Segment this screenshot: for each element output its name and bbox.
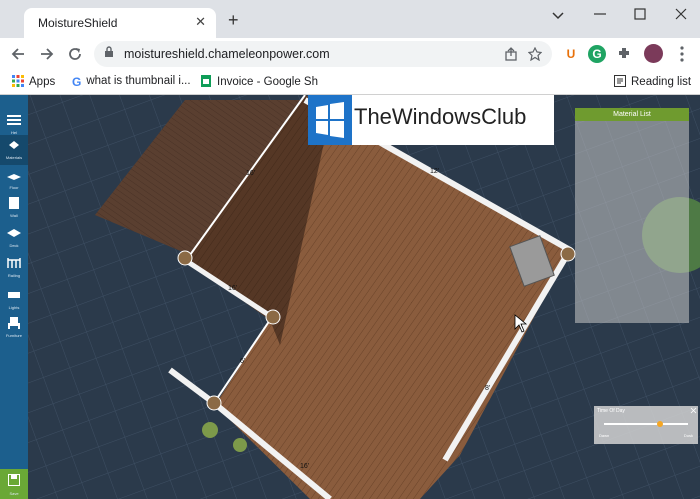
corner-handle[interactable]	[265, 309, 281, 325]
dusk-label: Dusk	[683, 433, 693, 438]
more-menu-icon[interactable]	[680, 46, 684, 62]
corner-handle[interactable]	[206, 395, 222, 411]
new-tab-button[interactable]: +	[228, 10, 239, 31]
bookmark-thumbnail[interactable]: Gwhat is thumbnail i...	[72, 75, 191, 89]
reading-list-label: Reading list	[631, 76, 692, 88]
windows-logo-icon	[308, 95, 352, 145]
apps-grid-icon	[12, 75, 24, 87]
bookmark-label: Apps	[29, 76, 56, 88]
reading-list-icon	[614, 75, 626, 87]
bookmark-star-icon[interactable]	[528, 47, 542, 61]
sidebar-item-wall[interactable]: Wall	[0, 193, 28, 223]
railing-icon	[7, 258, 21, 268]
minimize-icon[interactable]	[594, 12, 606, 16]
deck-icon	[7, 229, 21, 237]
material-list-title: Material List	[575, 108, 689, 121]
time-slider-track[interactable]	[604, 423, 688, 425]
furniture-icon	[8, 317, 20, 329]
lights-icon	[8, 292, 20, 298]
browser-toolbar: moistureshield.chameleonpower.com U G	[0, 38, 700, 70]
reload-icon[interactable]	[67, 46, 83, 62]
back-icon[interactable]	[10, 46, 26, 62]
corner-handle[interactable]	[177, 250, 193, 266]
url-text[interactable]: moistureshield.chameleonpower.com	[124, 47, 330, 61]
lock-icon[interactable]	[104, 46, 114, 58]
shrub	[202, 422, 218, 438]
bookmarks-bar: Apps Gwhat is thumbnail i... Invoice - G…	[0, 70, 700, 95]
menu-icon	[7, 115, 21, 125]
sidebar-label: Wall	[10, 213, 18, 218]
watermark-text: TheWindowsClub	[354, 104, 527, 129]
sidebar-label: Railing	[7, 273, 21, 278]
sidebar-label: Materials	[5, 155, 23, 160]
deck-measurement: 8'	[485, 385, 490, 392]
tab-title: MoistureShield	[38, 16, 118, 30]
deck-measurement: 12'	[430, 168, 439, 175]
sidebar-label: Lights	[8, 305, 20, 310]
bookmark-apps[interactable]: Apps	[12, 75, 55, 88]
time-of-day-panel: Time Of Day Dawn Dusk	[594, 406, 698, 444]
deck-measurement: 16'	[228, 285, 237, 292]
tab-moistureshield[interactable]: MoistureShield ✕	[24, 8, 216, 38]
time-slider-thumb[interactable]	[657, 421, 664, 427]
sidebar-item-floor[interactable]: Floor	[0, 165, 28, 195]
grammarly-icon[interactable]: G	[588, 45, 606, 63]
deck-measurement: 6'	[240, 358, 245, 365]
google-icon: G	[72, 75, 82, 89]
tab-bar: MoistureShield ✕ +	[0, 0, 700, 38]
reading-list-button[interactable]: Reading list	[614, 75, 691, 88]
sidebar-item-railing[interactable]: Railing	[0, 253, 28, 283]
sidebar-item-lights[interactable]: Lights	[0, 285, 28, 315]
close-tab-icon[interactable]: ✕	[195, 14, 206, 30]
bookmark-label: what is thumbnail i...	[86, 75, 191, 87]
wall-icon	[9, 197, 19, 209]
extension-u-icon[interactable]: U	[562, 45, 580, 63]
deck-designer-canvas[interactable]: 16' 12' 16' 6' 8' 16' Hel Materials Floo…	[0, 95, 700, 499]
extensions-puzzle-icon[interactable]	[617, 46, 631, 60]
profile-avatar[interactable]	[644, 44, 663, 63]
sheets-icon	[201, 75, 211, 87]
sidebar-item-materials[interactable]: Materials	[0, 135, 28, 165]
forward-icon[interactable]	[39, 46, 55, 62]
material-list-panel[interactable]: Material List	[575, 108, 689, 323]
bookmark-label: Invoice - Google Sh	[217, 76, 319, 88]
deck-measurement: 16'	[300, 463, 309, 470]
chevron-down-icon[interactable]	[551, 10, 565, 20]
save-label: Save	[9, 491, 19, 496]
close-window-icon[interactable]	[675, 8, 687, 20]
share-icon[interactable]	[504, 47, 518, 61]
sidebar-label: Floor	[9, 185, 19, 190]
shrub	[233, 438, 247, 452]
sidebar-item-deck[interactable]: Deck	[0, 223, 28, 253]
save-icon	[8, 474, 20, 486]
address-bar[interactable]: moistureshield.chameleonpower.com	[94, 41, 552, 67]
maximize-icon[interactable]	[634, 8, 646, 20]
sidebar-label: Furniture	[5, 333, 22, 338]
corner-handle[interactable]	[560, 246, 576, 262]
collapse-icon[interactable]	[690, 407, 697, 414]
floor-icon	[7, 174, 21, 180]
deck-measurement: 16'	[246, 170, 255, 177]
sidebar-item-furniture[interactable]: Furniture	[0, 313, 28, 343]
tool-sidebar: Hel Materials Floor Wall Deck Railing Li…	[0, 95, 28, 499]
sidebar-label: Deck	[9, 243, 19, 248]
tab-corner-left	[18, 8, 24, 38]
save-button[interactable]: Save	[0, 469, 28, 499]
bookmark-invoice[interactable]: Invoice - Google Sh	[200, 75, 318, 88]
time-of-day-title: Time Of Day	[597, 408, 625, 414]
materials-icon	[9, 141, 19, 149]
dawn-label: Dawn	[599, 433, 610, 438]
watermark: TheWindowsClub	[308, 95, 554, 145]
